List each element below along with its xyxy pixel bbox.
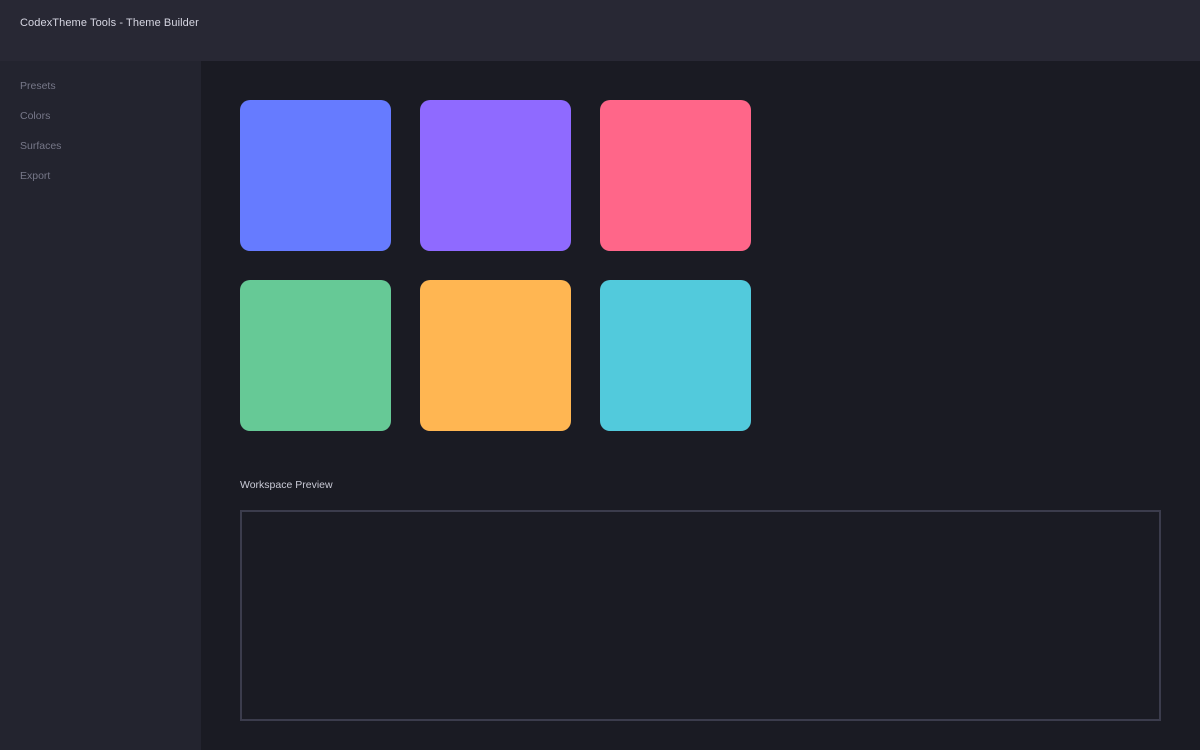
color-swatch-pink[interactable] — [600, 100, 751, 251]
theme-builder-app: CodexTheme Tools - Theme Builder Presets… — [0, 0, 1200, 750]
color-swatch-green[interactable] — [240, 280, 391, 431]
workspace-preview — [240, 510, 1161, 721]
color-swatch-purple[interactable] — [420, 100, 571, 251]
sidebar-item-export[interactable]: Export — [20, 170, 50, 182]
sidebar-item-presets[interactable]: Presets — [20, 80, 56, 92]
main-content: Workspace Preview — [201, 61, 1200, 750]
workspace-preview-label: Workspace Preview — [240, 479, 333, 491]
color-swatch-cyan[interactable] — [600, 280, 751, 431]
color-swatch-blue[interactable] — [240, 100, 391, 251]
window-title: CodexTheme Tools - Theme Builder — [20, 17, 199, 29]
sidebar-item-surfaces[interactable]: Surfaces — [20, 140, 61, 152]
color-swatch-orange[interactable] — [420, 280, 571, 431]
sidebar: Presets Colors Surfaces Export — [0, 61, 201, 750]
sidebar-item-colors[interactable]: Colors — [20, 110, 50, 122]
title-bar: CodexTheme Tools - Theme Builder — [0, 0, 1200, 61]
